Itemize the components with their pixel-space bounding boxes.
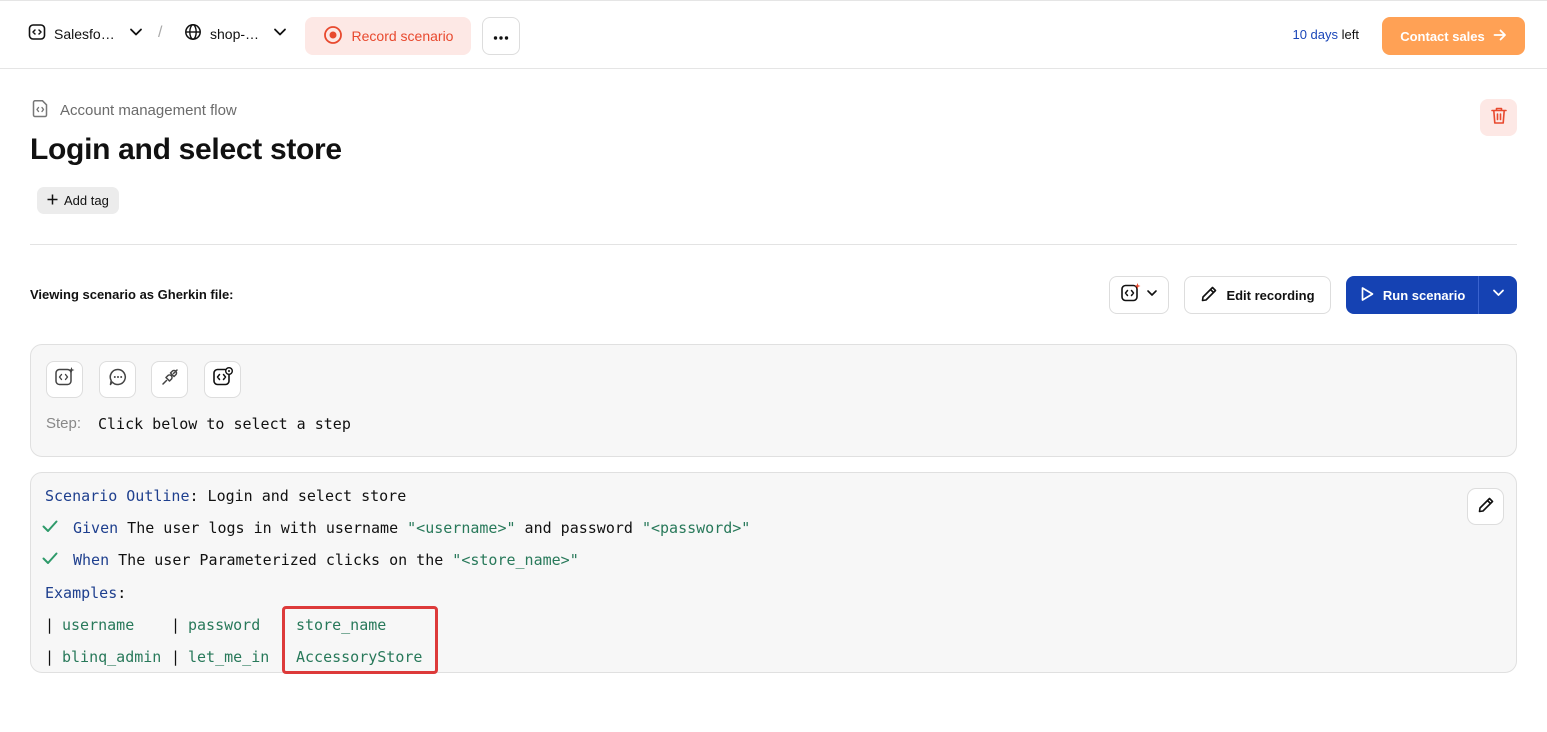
trial-days-number: 10 days xyxy=(1292,27,1339,42)
globe-icon xyxy=(184,23,202,44)
edit-recording-button[interactable]: Edit recording xyxy=(1184,276,1331,314)
store-name-column-highlight xyxy=(282,606,438,674)
environment-selector[interactable]: shop-… xyxy=(184,23,287,44)
add-tag-label: Add tag xyxy=(64,193,109,208)
run-scenario-button[interactable]: Run scenario xyxy=(1346,276,1478,314)
edit-recording-label: Edit recording xyxy=(1226,287,1315,303)
given-step-line[interactable]: Given The user logs in with username "<u… xyxy=(73,519,750,537)
step-passed-check-icon xyxy=(41,517,59,539)
trial-days-left: 10 days left xyxy=(1292,27,1359,42)
trial-days-suffix: left xyxy=(1338,27,1359,42)
gherkin-editor[interactable]: Scenario Outline: Login and select store… xyxy=(30,472,1517,674)
record-scenario-button[interactable]: Record scenario xyxy=(305,17,471,55)
delete-scenario-button[interactable] xyxy=(1480,99,1517,136)
ai-assist-dropdown[interactable] xyxy=(1109,276,1169,314)
code-settings-tool-button[interactable] xyxy=(204,361,241,398)
step-label: Step: xyxy=(46,415,82,432)
step-panel: Step: Click below to select a step xyxy=(30,344,1517,457)
table-pipe: | xyxy=(171,616,181,634)
project-label: Salesfo… xyxy=(54,25,115,42)
record-icon xyxy=(323,25,343,48)
scenario-outline-line: Scenario Outline: Login and select store xyxy=(45,487,406,505)
pencil-icon xyxy=(1477,496,1495,518)
flow-name: Account management flow xyxy=(60,102,237,119)
table-cell: let_me_in xyxy=(188,648,270,666)
table-cell: blinq_admin xyxy=(62,648,162,666)
contact-sales-label: Contact sales xyxy=(1400,28,1485,44)
step-passed-check-icon xyxy=(41,549,59,571)
examples-separator: : xyxy=(117,584,127,602)
given-text-2: and password xyxy=(515,519,642,537)
chat-bubble-icon xyxy=(108,367,128,392)
table-header-cell: username xyxy=(62,616,135,634)
ai-code-icon xyxy=(1120,282,1142,309)
chevron-down-icon xyxy=(129,25,143,42)
table-pipe: | xyxy=(171,648,181,666)
given-text-1: The user logs in with username xyxy=(118,519,408,537)
plug-icon xyxy=(160,367,180,392)
when-step-line[interactable]: When The user Parameterized clicks on th… xyxy=(73,551,579,569)
chevron-down-icon xyxy=(273,25,287,42)
arrow-right-icon xyxy=(1493,28,1507,45)
given-param-password: "<password>" xyxy=(641,519,751,537)
project-selector[interactable]: Salesfo… xyxy=(28,23,143,44)
chevron-down-icon xyxy=(1146,286,1158,304)
record-scenario-label: Record scenario xyxy=(351,28,454,44)
environment-label: shop-… xyxy=(210,25,260,42)
run-scenario-group: Run scenario xyxy=(1346,276,1517,314)
page-title: Login and select store xyxy=(30,133,342,166)
breadcrumb-separator: / xyxy=(158,24,163,41)
play-icon xyxy=(1359,286,1375,305)
plus-icon xyxy=(47,193,58,208)
table-header-cell: password xyxy=(188,616,261,634)
outline-separator: : xyxy=(189,487,199,505)
project-icon xyxy=(28,23,46,44)
code-gear-icon xyxy=(212,366,234,393)
section-divider xyxy=(30,244,1517,245)
top-bar: Salesfo… / shop-… Record scenario 10 day… xyxy=(0,0,1547,69)
link-tool-button[interactable] xyxy=(151,361,188,398)
comment-tool-button[interactable] xyxy=(99,361,136,398)
keyword-scenario-outline: Scenario Outline xyxy=(45,487,190,505)
flow-breadcrumb[interactable]: Account management flow xyxy=(31,99,237,122)
contact-sales-button[interactable]: Contact sales xyxy=(1382,17,1525,55)
ai-generate-tool-button[interactable] xyxy=(46,361,83,398)
run-options-dropdown[interactable] xyxy=(1478,276,1517,314)
keyword-examples: Examples xyxy=(45,584,118,602)
pencil-icon xyxy=(1200,285,1218,306)
keyword-when: When xyxy=(73,551,110,569)
when-param-store-name: "<store_name>" xyxy=(452,551,579,569)
ai-code-icon xyxy=(54,366,76,393)
examples-line: Examples: xyxy=(45,584,126,602)
edit-gherkin-button[interactable] xyxy=(1467,488,1504,525)
scenario-outline-title: Login and select store xyxy=(198,487,407,505)
add-tag-button[interactable]: Add tag xyxy=(37,187,119,214)
given-param-username: "<username>" xyxy=(407,519,516,537)
table-pipe: | xyxy=(45,616,55,634)
trash-icon xyxy=(1490,106,1508,130)
step-text: Click below to select a step xyxy=(98,415,351,433)
table-pipe: | xyxy=(45,648,55,666)
when-text: The user Parameterized clicks on the xyxy=(109,551,453,569)
more-options-button[interactable] xyxy=(482,17,520,55)
flow-file-icon xyxy=(31,99,50,122)
keyword-given: Given xyxy=(73,519,119,537)
more-horizontal-icon xyxy=(493,27,509,45)
run-scenario-label: Run scenario xyxy=(1382,287,1466,303)
viewing-as-label: Viewing scenario as Gherkin file: xyxy=(30,287,234,302)
chevron-down-icon xyxy=(1492,286,1505,304)
